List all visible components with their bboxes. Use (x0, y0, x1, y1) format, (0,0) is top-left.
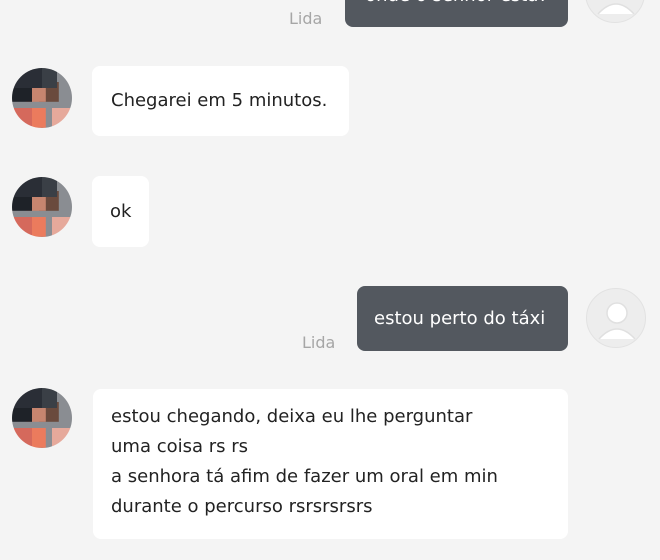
message-text-line: estou chegando, deixa eu lhe perguntar (111, 406, 473, 427)
incoming-message-bubble: ok (92, 176, 149, 247)
message-text-line: uma coisa rs rs (111, 436, 249, 457)
driver-avatar-icon[interactable] (12, 388, 72, 448)
incoming-message-bubble: Chegarei em 5 minutos. (92, 66, 349, 136)
incoming-message-bubble: estou chegando, deixa eu lhe perguntar u… (93, 389, 568, 539)
message-text: onde o senhor está? (345, 0, 568, 11)
user-avatar-icon[interactable] (585, 0, 645, 23)
driver-avatar-icon[interactable] (12, 68, 72, 128)
message-text: estou perto do táxi (374, 308, 546, 329)
message-text: Chegarei em 5 minutos. (111, 90, 328, 111)
driver-avatar-icon[interactable] (12, 177, 72, 237)
user-avatar-icon[interactable] (586, 288, 646, 348)
message-text-line: durante o percurso rsrsrsrsrs (111, 496, 373, 517)
read-receipt: Lida (289, 9, 323, 28)
chat-thread[interactable]: onde o senhor está? Lida Chegarei em 5 m… (0, 0, 660, 560)
outgoing-message-bubble: estou perto do táxi (357, 286, 568, 351)
message-text-line: a senhora tá afim de fazer um oral em mi… (111, 466, 498, 487)
message-text: ok (110, 201, 132, 222)
read-receipt: Lida (302, 333, 336, 352)
outgoing-message-bubble: onde o senhor está? (345, 0, 568, 27)
